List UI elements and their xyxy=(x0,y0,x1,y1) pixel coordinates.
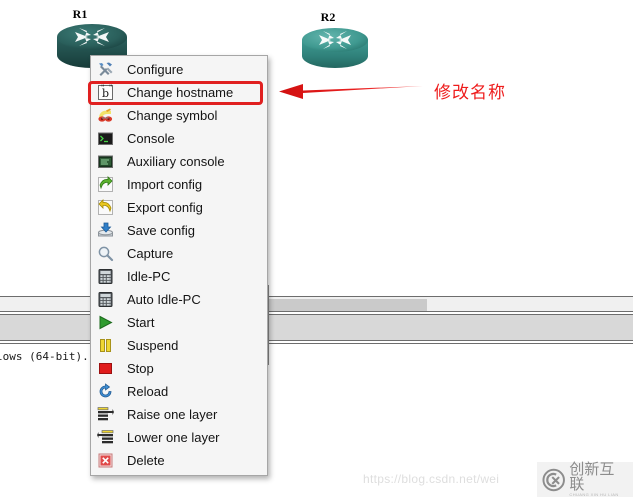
menu-item-raise-one-layer[interactable]: Raise one layer xyxy=(91,403,267,426)
lower-layer-icon xyxy=(97,429,114,446)
magnifier-capture-icon xyxy=(97,245,114,262)
watermark-url: https://blog.csdn.net/wei xyxy=(363,472,500,486)
menu-item-configure[interactable]: Configure xyxy=(91,58,267,81)
menu-item-label: Lower one layer xyxy=(127,430,220,445)
menu-item-stop[interactable]: Stop xyxy=(91,357,267,380)
play-start-icon xyxy=(97,314,114,331)
menu-item-lower-one-layer[interactable]: Lower one layer xyxy=(91,426,267,449)
menu-item-save-config[interactable]: Save config xyxy=(91,219,267,242)
menu-item-idle-pc[interactable]: Idle-PC xyxy=(91,265,267,288)
save-disk-icon xyxy=(97,222,114,239)
import-config-icon xyxy=(97,176,114,193)
menu-item-delete[interactable]: Delete xyxy=(91,449,267,472)
calculator-icon xyxy=(97,291,114,308)
svg-text:": " xyxy=(109,84,112,92)
menu-item-capture[interactable]: Capture xyxy=(91,242,267,265)
menu-item-label: Start xyxy=(127,315,155,330)
logo-text: 创新互联 xyxy=(569,460,615,493)
router-node-r2[interactable] xyxy=(300,26,370,77)
auxiliary-console-icon xyxy=(97,153,114,170)
menu-item-import-config[interactable]: Import config xyxy=(91,173,267,196)
menu-item-label: Idle-PC xyxy=(127,269,171,284)
export-config-icon xyxy=(97,199,114,216)
menu-item-label: Change hostname xyxy=(127,85,234,100)
menu-item-label: Capture xyxy=(127,246,174,261)
logo-subtext: CHUANG XIN HU LIAN xyxy=(569,492,619,497)
rename-label-icon: b " " xyxy=(97,84,114,101)
menu-item-auto-idle-pc[interactable]: Auto Idle-PC xyxy=(91,288,267,311)
symbol-palette-icon xyxy=(97,107,114,124)
menu-item-label: Change symbol xyxy=(127,108,218,123)
menu-item-reload[interactable]: Reload xyxy=(91,380,267,403)
menu-item-suspend[interactable]: Suspend xyxy=(91,334,267,357)
menu-item-label: Save config xyxy=(127,223,195,238)
menu-item-label: Console xyxy=(127,131,175,146)
console-output-text: lows (64-bit). xyxy=(0,350,89,363)
bg-vertical-rule xyxy=(268,285,269,365)
wrench-screwdriver-icon xyxy=(97,61,114,78)
router-label-r2: R2 xyxy=(320,10,336,24)
router-label-r1: R1 xyxy=(72,7,88,21)
menu-item-label: Reload xyxy=(127,384,169,399)
menu-item-auxiliary-console[interactable]: Auxiliary console xyxy=(91,150,267,173)
menu-item-label: Export config xyxy=(127,200,203,215)
calculator-icon xyxy=(97,268,114,285)
router-icon-r2 xyxy=(302,28,368,68)
menu-item-label: Configure xyxy=(127,62,184,77)
console-terminal-icon xyxy=(97,130,114,147)
router-context-menu[interactable]: Configure b " " Change hostname Change symbol… xyxy=(90,55,268,476)
svg-text:": " xyxy=(101,84,104,92)
menu-item-start[interactable]: Start xyxy=(91,311,267,334)
menu-item-label: Auto Idle-PC xyxy=(127,292,201,307)
reload-refresh-icon xyxy=(97,383,114,400)
menu-item-label: Auxiliary console xyxy=(127,154,225,169)
menu-item-label: Suspend xyxy=(127,338,179,353)
pause-suspend-icon xyxy=(97,337,114,354)
annotation-arrow-icon xyxy=(279,84,423,99)
menu-item-label: Raise one layer xyxy=(127,407,218,422)
annotation-text: 修改名称 xyxy=(434,83,506,103)
menu-item-label: Delete xyxy=(127,453,165,468)
stop-square-icon xyxy=(97,360,114,377)
logo-mark-icon xyxy=(542,468,565,491)
menu-item-change-symbol[interactable]: Change symbol xyxy=(91,104,267,127)
raise-layer-icon xyxy=(97,406,114,423)
screenshot-stage: lows (64-bit). R1 R2 修改名称 Configure b " … xyxy=(0,0,633,501)
menu-item-label: Import config xyxy=(127,177,203,192)
site-logo: 创新互联 CHUANG XIN HU LIAN xyxy=(537,462,633,497)
menu-item-label: Stop xyxy=(127,361,154,376)
delete-x-icon xyxy=(97,452,114,469)
menu-item-console[interactable]: Console xyxy=(91,127,267,150)
menu-item-export-config[interactable]: Export config xyxy=(91,196,267,219)
bg-scroll-thumb[interactable] xyxy=(264,299,427,311)
menu-item-change-hostname[interactable]: b " " Change hostname xyxy=(91,81,267,104)
